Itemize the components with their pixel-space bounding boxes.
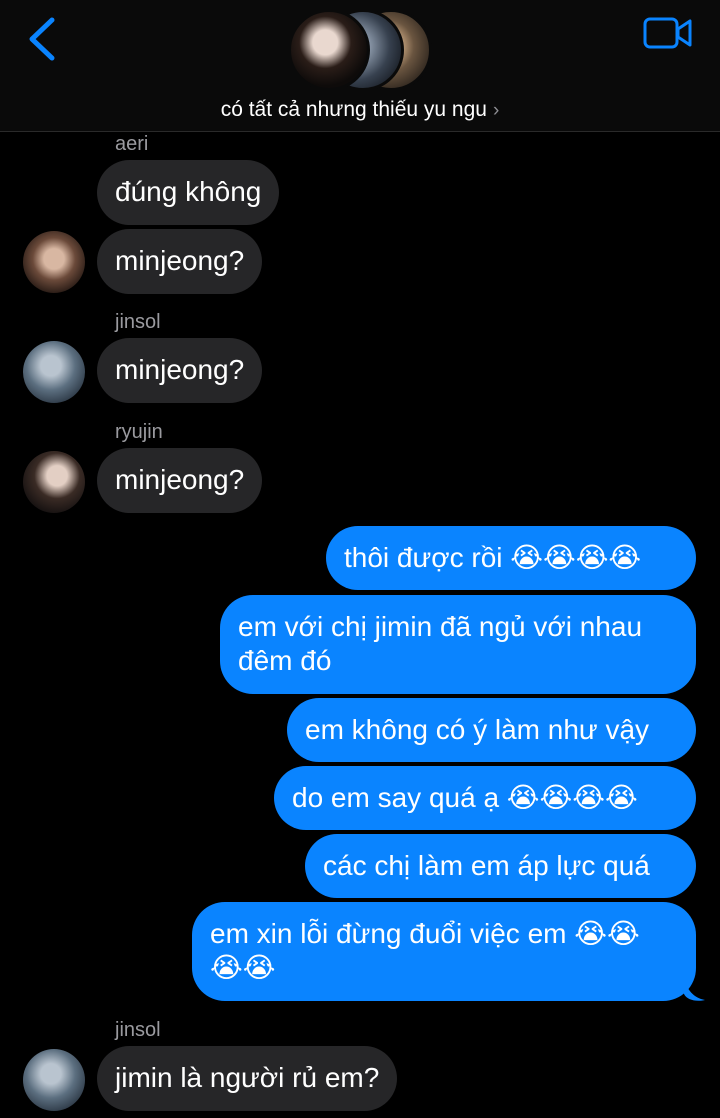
message-bubble[interactable]: em với chị jimin đã ngủ với nhau đêm đó	[220, 595, 696, 694]
message-text: minjeong?	[115, 245, 245, 276]
bubble-tail-icon	[684, 976, 705, 1001]
avatar[interactable]	[23, 1049, 85, 1111]
sender-name: jinsol	[115, 1019, 161, 1041]
chevron-right-icon: ›	[492, 100, 500, 121]
group-name-label: có tất cả nhưng thiếu yu ngu	[220, 98, 487, 121]
avatar	[288, 9, 370, 91]
message-text-line: em với chị jimin đã ngủ với nhau	[238, 611, 643, 642]
back-button[interactable]	[24, 14, 64, 64]
message-bubble[interactable]: đúng không	[97, 160, 280, 225]
group-avatars[interactable]	[288, 9, 433, 91]
message-bubble[interactable]: em xin lỗi đừng đuổi việc em 😭😭 😭😭	[192, 902, 696, 1001]
message-text: đúng không	[115, 176, 262, 207]
sender-name: ryujin	[115, 421, 163, 443]
message-text-line: em xin lỗi đừng đuổi việc em 😭😭	[210, 918, 640, 949]
message-bubble[interactable]: minjeong?	[97, 338, 263, 403]
message-text-line: 😭😭	[210, 952, 276, 983]
sender-name: jinsol	[115, 311, 161, 333]
chat-header: có tất cả nhưng thiếu yu ngu ›	[0, 0, 720, 132]
message-bubble[interactable]: minjeong?	[97, 229, 263, 294]
message-text: do em say quá ạ 😭😭😭😭	[292, 782, 638, 813]
avatar[interactable]	[23, 341, 85, 403]
avatar[interactable]	[23, 231, 85, 293]
message-bubble[interactable]: thôi được rồi 😭😭😭😭	[326, 526, 696, 590]
message-bubble[interactable]: minjeong?	[97, 448, 263, 513]
group-name[interactable]: có tất cả nhưng thiếu yu ngu ›	[0, 98, 720, 122]
message-bubble[interactable]: jimin là người rủ em?	[97, 1046, 398, 1111]
message-text-line: đêm đó	[238, 645, 332, 676]
message-bubble[interactable]: các chị làm em áp lực quá	[305, 834, 696, 898]
video-camera-icon	[643, 17, 692, 49]
message-text: thôi được rồi 😭😭😭😭	[344, 542, 642, 573]
message-text: em không có ý làm như vậy	[305, 714, 650, 745]
sender-name: aeri	[115, 133, 149, 155]
message-text: minjeong?	[115, 464, 245, 495]
message-bubble[interactable]: em không có ý làm như vậy	[287, 698, 696, 762]
video-call-button[interactable]	[643, 16, 693, 50]
message-text: jimin là người rủ em?	[115, 1062, 380, 1093]
message-text: các chị làm em áp lực quá	[323, 850, 650, 881]
avatar[interactable]	[23, 451, 85, 513]
message-text: minjeong?	[115, 354, 245, 385]
message-bubble[interactable]: do em say quá ạ 😭😭😭😭	[274, 766, 696, 830]
chevron-left-icon	[29, 17, 55, 61]
